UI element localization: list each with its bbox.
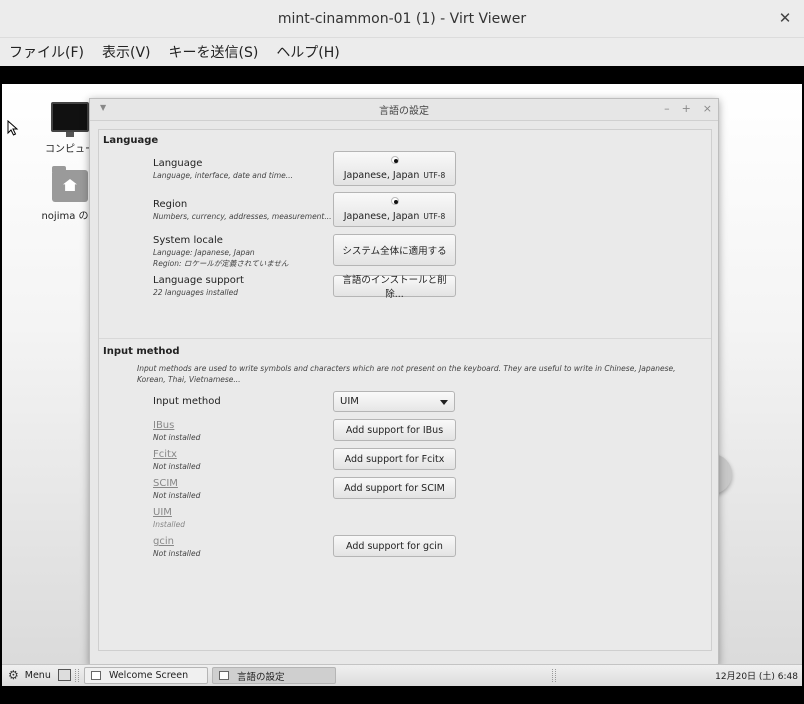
- system-locale-sub1: Language: Japanese, Japan: [153, 248, 255, 257]
- task-label: Welcome Screen: [109, 670, 189, 681]
- language-sublabel: Language, interface, date and time...: [153, 171, 293, 180]
- computer-icon: [51, 102, 89, 137]
- viewer-bottom-border: [0, 686, 804, 704]
- region-sublabel: Numbers, currency, addresses, measuremen…: [153, 212, 332, 221]
- maximize-button[interactable]: +: [682, 102, 691, 115]
- language-button-text: Japanese, Japan: [343, 170, 420, 181]
- show-desktop-icon[interactable]: [58, 669, 71, 681]
- ibus-label: IBus: [153, 420, 175, 431]
- language-settings-dialog: ▼ 言語の設定 – + × Language Language Language…: [89, 98, 719, 665]
- close-button[interactable]: ×: [703, 102, 712, 115]
- mouse-cursor-icon: [7, 119, 19, 140]
- uim-status: Installed: [153, 520, 185, 529]
- input-method-select[interactable]: UIM: [333, 391, 455, 412]
- system-locale-sub2: Region: ロケールが定義されていません: [153, 259, 289, 268]
- input-method-section-heading: Input method: [103, 346, 180, 357]
- guest-screen[interactable]: コンピュー nojima のホ ▼ 言語の設定 – + × Language L…: [2, 84, 802, 686]
- window-titlebar: mint-cinammon-01 (1) - Virt Viewer ✕: [0, 0, 804, 38]
- task-language-settings[interactable]: 言語の設定: [212, 667, 336, 684]
- window-menu-icon[interactable]: ▼: [100, 103, 106, 112]
- task-label: 言語の設定: [237, 671, 285, 683]
- minimize-button[interactable]: –: [664, 102, 670, 115]
- add-gcin-button[interactable]: Add support for gcin: [333, 535, 456, 557]
- chevron-down-icon: [440, 400, 448, 405]
- add-scim-button[interactable]: Add support for SCIM: [333, 477, 456, 499]
- fcitx-status: Not installed: [153, 462, 201, 471]
- dialog-title: 言語の設定: [379, 106, 429, 117]
- window-icon: [91, 671, 101, 680]
- menu-help[interactable]: ヘルプ(H): [276, 42, 339, 62]
- language-support-sub: 22 languages installed: [153, 288, 238, 297]
- install-remove-languages-button[interactable]: 言語のインストールと削除...: [333, 275, 456, 300]
- add-fcitx-button[interactable]: Add support for Fcitx: [333, 448, 456, 470]
- window-icon: [219, 671, 229, 680]
- window-close-button[interactable]: ✕: [776, 9, 794, 27]
- gcin-status: Not installed: [153, 549, 201, 558]
- region-button[interactable]: Japanese, Japan UTF-8: [333, 192, 456, 227]
- language-support-label: Language support: [153, 275, 244, 286]
- language-button[interactable]: Japanese, Japan UTF-8: [333, 151, 456, 186]
- window-title: mint-cinammon-01 (1) - Virt Viewer: [277, 10, 527, 27]
- menu-label: Menu: [24, 669, 51, 681]
- dialog-content: Language Language Language, interface, d…: [98, 129, 712, 651]
- language-label: Language: [153, 158, 203, 169]
- region-radio-icon: [390, 197, 399, 205]
- apply-system-wide-button[interactable]: システム全体に適用する: [333, 234, 456, 266]
- menu-send-key[interactable]: キーを送信(S): [169, 42, 259, 62]
- language-radio-icon: [390, 156, 399, 164]
- scim-label: SCIM: [153, 478, 178, 489]
- gcin-label: gcin: [153, 536, 174, 547]
- fcitx-label: Fcitx: [153, 449, 177, 460]
- region-button-encoding: UTF-8: [423, 212, 446, 221]
- taskbar: ⚙ Menu Welcome Screen 言語の設定 12月20日 (土) 6…: [2, 664, 802, 686]
- language-section-heading: Language: [103, 135, 159, 146]
- task-welcome-screen[interactable]: Welcome Screen: [84, 667, 208, 684]
- menu-file[interactable]: ファイル(F): [9, 42, 84, 62]
- region-label: Region: [153, 199, 188, 210]
- start-menu-button[interactable]: ⚙ Menu: [8, 668, 51, 682]
- add-ibus-button[interactable]: Add support for IBus: [333, 419, 456, 441]
- scim-status: Not installed: [153, 491, 201, 500]
- language-button-encoding: UTF-8: [423, 171, 446, 180]
- menu-view[interactable]: 表示(V): [102, 42, 151, 62]
- home-folder-icon: [52, 166, 88, 202]
- menubar: ファイル(F) 表示(V) キーを送信(S) ヘルプ(H): [0, 38, 804, 66]
- panel-grip: [75, 669, 79, 682]
- gear-icon: ⚙: [8, 668, 19, 682]
- panel-grip: [552, 669, 556, 682]
- input-method-description: Input methods are used to write symbols …: [137, 364, 676, 384]
- input-method-select-value: UIM: [340, 396, 359, 407]
- region-button-text: Japanese, Japan: [343, 211, 420, 222]
- section-divider: [99, 338, 711, 339]
- ibus-status: Not installed: [153, 433, 201, 442]
- uim-label: UIM: [153, 507, 172, 518]
- dialog-titlebar[interactable]: ▼ 言語の設定 – + ×: [90, 99, 718, 121]
- clock[interactable]: 12月20日 (土) 6:48: [715, 669, 798, 682]
- input-method-label: Input method: [153, 396, 221, 407]
- system-locale-label: System locale: [153, 235, 223, 246]
